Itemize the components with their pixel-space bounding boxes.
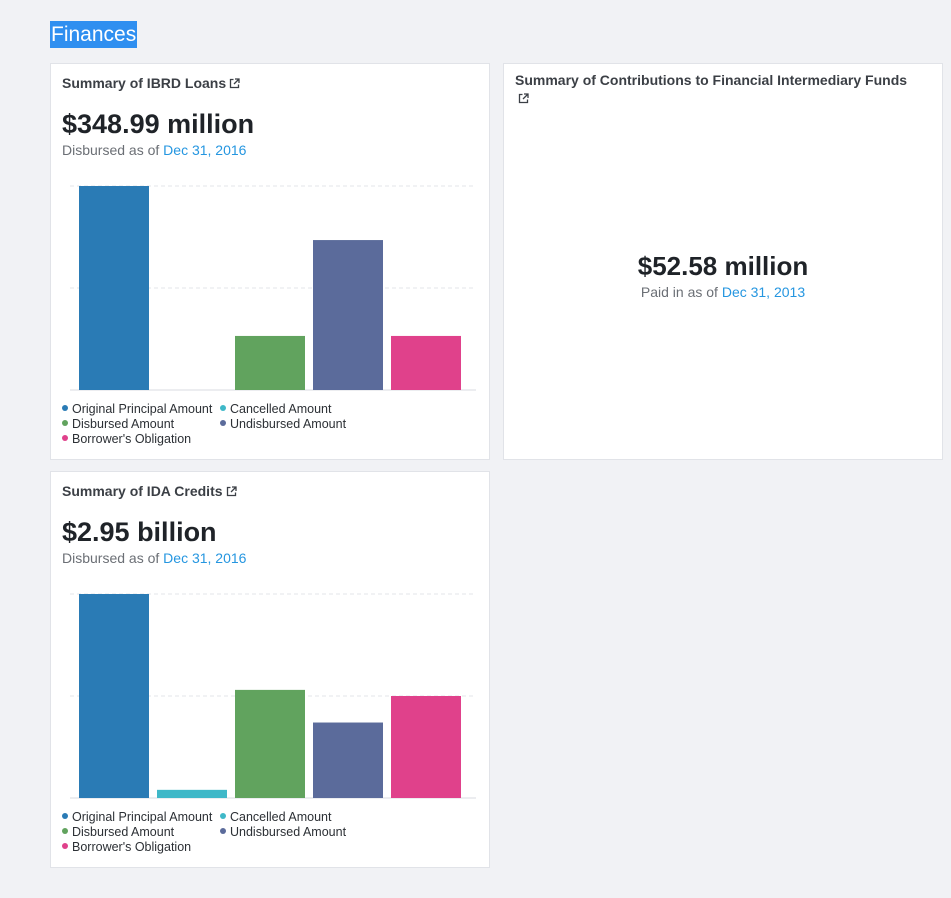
ibrd-subtitle: Disbursed as of Dec 31, 2016 xyxy=(62,142,246,158)
external-link-icon[interactable] xyxy=(518,93,529,104)
legend-dot xyxy=(220,405,226,411)
fif-date-link[interactable]: Dec 31, 2013 xyxy=(722,284,805,300)
legend-dot xyxy=(62,405,68,411)
ida-bar-chart xyxy=(70,593,476,799)
ida-card: Summary of IDA Credits $2.95 billion Dis… xyxy=(50,471,490,868)
legend-label: Undisbursed Amount xyxy=(230,417,347,431)
legend-item-undisbursed[interactable]: Undisbursed Amount xyxy=(220,825,346,840)
ida-title-text: Summary of IDA Credits xyxy=(62,483,223,499)
bar-undisbursed[interactable] xyxy=(313,722,383,798)
legend-dot xyxy=(62,828,68,834)
section-title: Finances xyxy=(50,21,138,48)
ibrd-date-link[interactable]: Dec 31, 2016 xyxy=(163,142,246,158)
legend-item-cancelled[interactable]: Cancelled Amount xyxy=(220,402,331,417)
bar-obligation[interactable] xyxy=(391,335,461,390)
ida-disbursed-value: $2.95 billion xyxy=(62,517,217,547)
ibrd-bar-chart xyxy=(70,185,476,391)
fif-summary: $52.58 million Paid in as of Dec 31, 201… xyxy=(504,250,942,300)
bar-original[interactable] xyxy=(79,594,149,798)
legend-item-obligation[interactable]: Borrower's Obligation xyxy=(62,432,191,447)
fif-sub-prefix: Paid in as of xyxy=(640,284,718,300)
bar-undisbursed[interactable] xyxy=(313,240,383,390)
legend-dot xyxy=(220,813,226,819)
fif-card-title[interactable]: Summary of Contributions to Financial In… xyxy=(515,71,930,107)
ibrd-title-text: Summary of IBRD Loans xyxy=(62,75,227,91)
fif-subtitle: Paid in as of Dec 31, 2013 xyxy=(504,284,942,300)
ida-sub-prefix: Disbursed as of xyxy=(62,550,160,566)
legend-item-original[interactable]: Original Principal Amount xyxy=(62,810,212,825)
bar-original[interactable] xyxy=(79,186,149,390)
legend-label: Original Principal Amount xyxy=(72,402,213,416)
bar-disbursed[interactable] xyxy=(235,335,305,390)
legend-label: Cancelled Amount xyxy=(230,402,332,416)
legend-label: Cancelled Amount xyxy=(230,810,332,824)
fif-paid-in-value: $52.58 million xyxy=(637,251,809,281)
legend-label: Borrower's Obligation xyxy=(72,840,192,854)
ida-subtitle: Disbursed as of Dec 31, 2016 xyxy=(62,550,246,566)
legend-dot xyxy=(62,813,68,819)
legend-item-disbursed[interactable]: Disbursed Amount xyxy=(62,825,174,840)
legend-label: Undisbursed Amount xyxy=(230,825,347,839)
legend-dot xyxy=(62,435,68,441)
bar-obligation[interactable] xyxy=(391,696,461,798)
legend-dot xyxy=(62,843,68,849)
legend-label: Borrower's Obligation xyxy=(72,432,192,446)
ibrd-card: Summary of IBRD Loans $348.99 million Di… xyxy=(50,63,490,460)
legend-label: Disbursed Amount xyxy=(72,417,175,431)
ibrd-card-title[interactable]: Summary of IBRD Loans xyxy=(62,74,240,92)
fif-title-text: Summary of Contributions to Financial In… xyxy=(515,72,908,88)
legend-item-disbursed[interactable]: Disbursed Amount xyxy=(62,417,174,432)
bar-disbursed[interactable] xyxy=(235,689,305,798)
legend-label: Original Principal Amount xyxy=(72,810,213,824)
external-link-icon[interactable] xyxy=(226,486,237,497)
legend-dot xyxy=(220,420,226,426)
ida-date-link[interactable]: Dec 31, 2016 xyxy=(163,550,246,566)
ibrd-disbursed-value: $348.99 million xyxy=(62,109,255,139)
external-link-icon[interactable] xyxy=(229,78,240,89)
ibrd-sub-prefix: Disbursed as of xyxy=(62,142,160,158)
legend-item-undisbursed[interactable]: Undisbursed Amount xyxy=(220,417,346,432)
bar-cancelled[interactable] xyxy=(157,789,227,798)
legend-item-original[interactable]: Original Principal Amount xyxy=(62,402,212,417)
legend-dot xyxy=(220,828,226,834)
legend-dot xyxy=(62,420,68,426)
ida-card-title[interactable]: Summary of IDA Credits xyxy=(62,482,237,500)
fif-card: Summary of Contributions to Financial In… xyxy=(503,63,943,460)
legend-label: Disbursed Amount xyxy=(72,825,175,839)
legend-item-cancelled[interactable]: Cancelled Amount xyxy=(220,810,331,825)
legend-item-obligation[interactable]: Borrower's Obligation xyxy=(62,840,191,855)
